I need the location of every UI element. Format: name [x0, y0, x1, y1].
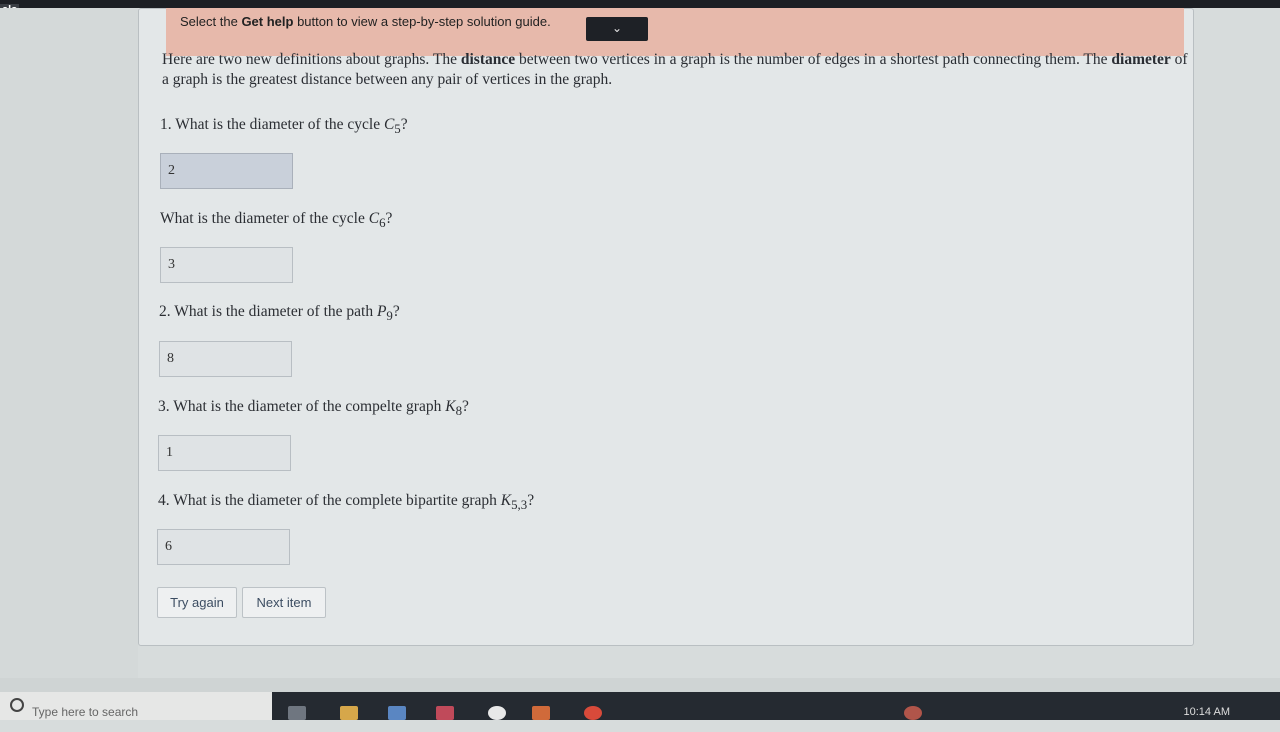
- answer-field-4[interactable]: 6: [157, 529, 290, 565]
- definitions-text: Here are two new definitions about graph…: [162, 51, 1188, 88]
- question-panel: [138, 8, 1194, 646]
- taskbar-search[interactable]: Type here to search: [0, 692, 272, 720]
- question-1b: What is the diameter of the cycle C6?: [160, 210, 393, 231]
- help-banner: Select the Get help button to view a ste…: [166, 8, 1184, 56]
- browser-icon[interactable]: [488, 706, 506, 720]
- store-icon[interactable]: [388, 706, 406, 720]
- app-icon-2[interactable]: [532, 706, 550, 720]
- taskbar: Type here to search 10:14 AM: [0, 692, 1280, 720]
- help-toggle-button[interactable]: ⌄: [586, 17, 648, 41]
- help-banner-text: Select the Get help button to view a ste…: [180, 14, 551, 29]
- file-explorer-icon[interactable]: [340, 706, 358, 720]
- chrome-icon[interactable]: [584, 706, 602, 720]
- left-margin: [0, 8, 138, 678]
- top-bar: [0, 0, 1280, 8]
- question-3: 3. What is the diameter of the compelte …: [158, 398, 469, 419]
- clock[interactable]: 10:14 AM: [1184, 706, 1230, 718]
- try-again-button[interactable]: Try again: [157, 587, 237, 618]
- question-4: 4. What is the diameter of the complete …: [158, 492, 535, 513]
- next-item-button[interactable]: Next item: [242, 587, 326, 618]
- question-2: 2. What is the diameter of the path P9?: [159, 303, 400, 324]
- horizontal-scrollbar[interactable]: [0, 678, 1280, 692]
- chevron-down-icon: ⌄: [611, 21, 623, 35]
- answer-field-2[interactable]: 8: [159, 341, 292, 377]
- tray-icon[interactable]: [904, 706, 922, 720]
- answer-field-1[interactable]: 2: [160, 153, 293, 189]
- answer-field-1b[interactable]: 3: [160, 247, 293, 283]
- question-1: 1. What is the diameter of the cycle C5?: [160, 116, 408, 137]
- search-icon: [10, 698, 24, 712]
- app-icon[interactable]: [436, 706, 454, 720]
- answer-field-3[interactable]: 1: [158, 435, 291, 471]
- task-view-icon[interactable]: [288, 706, 306, 720]
